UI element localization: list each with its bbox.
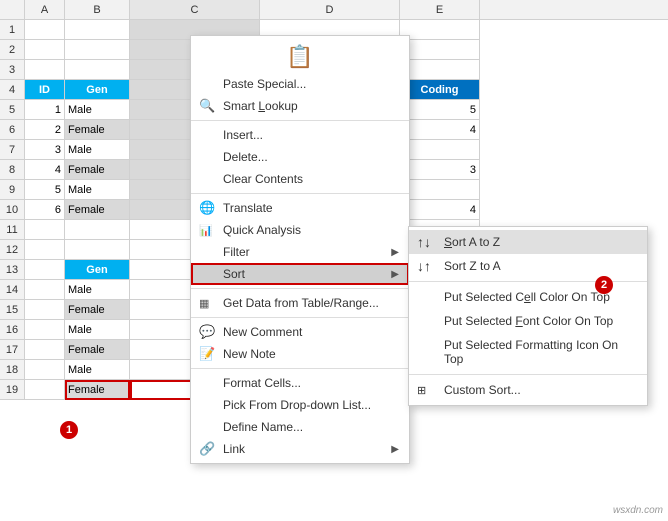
row-num-11: 11 bbox=[0, 220, 25, 240]
separator bbox=[191, 317, 409, 318]
sort-item-font-color[interactable]: Put Selected Font Color On Top bbox=[409, 309, 647, 333]
menu-item-translate[interactable]: 🌐 Translate bbox=[191, 197, 409, 219]
separator bbox=[191, 368, 409, 369]
col-header-D: D bbox=[260, 0, 400, 19]
watermark: wsxdn.com bbox=[613, 505, 663, 516]
row-num-8: 8 bbox=[0, 160, 25, 180]
submenu-arrow-icon: ▶ bbox=[391, 444, 399, 455]
menu-item-sort[interactable]: Sort ▶ bbox=[191, 263, 409, 285]
menu-item-filter[interactable]: Filter ▶ bbox=[191, 241, 409, 263]
search-icon: 🔍 bbox=[199, 98, 215, 114]
sort-submenu: ↑↓ Sort A to Z ↓↑ Sort Z to A Put Select… bbox=[408, 226, 648, 406]
note-icon: 📝 bbox=[199, 346, 215, 362]
menu-item-insert[interactable]: Insert... bbox=[191, 124, 409, 146]
row-num-15: 15 bbox=[0, 300, 25, 320]
row-num-13: 13 bbox=[0, 260, 25, 280]
row-num-4: 4 bbox=[0, 80, 25, 100]
sort-item-custom[interactable]: ⊞ Custom Sort... bbox=[409, 378, 647, 402]
row-num-9: 9 bbox=[0, 180, 25, 200]
row-num-5: 5 bbox=[0, 100, 25, 120]
sort-item-a-to-z[interactable]: ↑↓ Sort A to Z bbox=[409, 230, 647, 254]
menu-item-paste-special[interactable]: Paste Special... bbox=[191, 73, 409, 95]
menu-item-format-cells[interactable]: Format Cells... bbox=[191, 372, 409, 394]
col-header-A: A bbox=[25, 0, 65, 19]
sort-za-icon: ↓↑ bbox=[417, 258, 431, 274]
sort-az-icon: ↑↓ bbox=[417, 234, 431, 250]
separator bbox=[191, 288, 409, 289]
menu-item-delete[interactable]: Delete... bbox=[191, 146, 409, 168]
column-headers: A B C D E bbox=[0, 0, 668, 20]
menu-item-get-data[interactable]: ▦ Get Data from Table/Range... bbox=[191, 292, 409, 314]
context-menu: 📋 Paste Special... 🔍 Smart Lookup Insert… bbox=[190, 35, 410, 464]
custom-sort-icon: ⊞ bbox=[417, 384, 426, 397]
separator bbox=[409, 374, 647, 375]
badge-1: 1 bbox=[60, 421, 78, 439]
menu-item-link[interactable]: 🔗 Link ▶ bbox=[191, 438, 409, 460]
row-numbers: 1 2 3 4 5 6 7 8 9 10 11 12 13 14 15 16 1… bbox=[0, 20, 25, 400]
link-icon: 🔗 bbox=[199, 441, 215, 457]
row-num-1: 1 bbox=[0, 20, 25, 40]
col-header-E: E bbox=[400, 0, 480, 19]
row-num-3: 3 bbox=[0, 60, 25, 80]
row-num-6: 6 bbox=[0, 120, 25, 140]
quick-analysis-icon: 📊 bbox=[199, 224, 213, 237]
comment-icon: 💬 bbox=[199, 324, 215, 340]
menu-item-define-name[interactable]: Define Name... bbox=[191, 416, 409, 438]
menu-item-smart-lookup[interactable]: 🔍 Smart Lookup bbox=[191, 95, 409, 117]
menu-item-new-note[interactable]: 📝 New Note bbox=[191, 343, 409, 365]
paste-icon: 📋 bbox=[286, 44, 313, 70]
submenu-arrow-icon: ▶ bbox=[391, 269, 399, 280]
table-icon: ▦ bbox=[199, 297, 209, 310]
row-num-10: 10 bbox=[0, 200, 25, 220]
col-header-B: B bbox=[65, 0, 130, 19]
menu-item-clear-contents[interactable]: Clear Contents bbox=[191, 168, 409, 190]
row-num-17: 17 bbox=[0, 340, 25, 360]
translate-icon: 🌐 bbox=[199, 200, 215, 216]
row-num-18: 18 bbox=[0, 360, 25, 380]
separator bbox=[191, 120, 409, 121]
badge-2: 2 bbox=[595, 276, 613, 294]
row-num-7: 7 bbox=[0, 140, 25, 160]
row-num-14: 14 bbox=[0, 280, 25, 300]
menu-item-pick-dropdown[interactable]: Pick From Drop-down List... bbox=[191, 394, 409, 416]
row-num-16: 16 bbox=[0, 320, 25, 340]
row-num-2: 2 bbox=[0, 40, 25, 60]
submenu-arrow-icon: ▶ bbox=[391, 247, 399, 258]
row-num-19: 19 bbox=[0, 380, 25, 400]
col-header-C: C bbox=[130, 0, 260, 19]
sort-item-formatting-icon[interactable]: Put Selected Formatting Icon On Top bbox=[409, 333, 647, 371]
menu-item-quick-analysis[interactable]: 📊 Quick Analysis bbox=[191, 219, 409, 241]
menu-item-new-comment[interactable]: 💬 New Comment bbox=[191, 321, 409, 343]
row-num-12: 12 bbox=[0, 240, 25, 260]
sort-item-z-to-a[interactable]: ↓↑ Sort Z to A bbox=[409, 254, 647, 278]
col-header-row bbox=[0, 0, 25, 19]
separator bbox=[191, 193, 409, 194]
